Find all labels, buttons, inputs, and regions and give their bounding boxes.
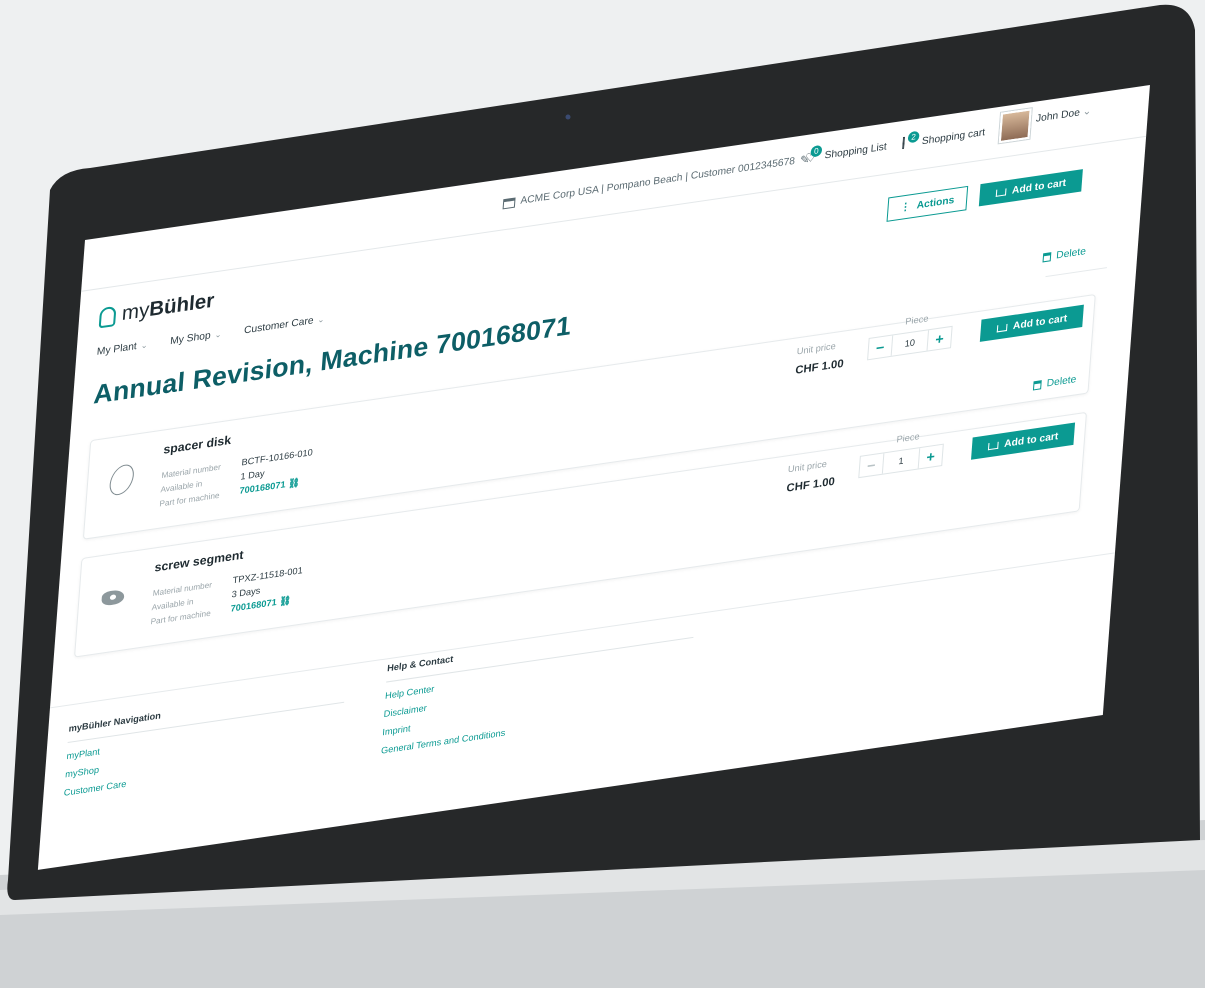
shopping-cart-link[interactable]: 2 Shopping cart (902, 125, 986, 151)
add-all-label: Add to cart (1011, 177, 1067, 197)
product-image (103, 460, 140, 500)
nav-label: My Shop (169, 330, 212, 348)
nav-label: Customer Care (243, 315, 314, 337)
divider (1045, 267, 1107, 278)
spacer-disk-icon (105, 462, 139, 498)
add-all-to-cart-button[interactable]: Add to cart (978, 169, 1083, 207)
user-name: John Doe (1035, 107, 1081, 125)
nav-customer-care[interactable]: Customer Care ⌄ (244, 314, 325, 337)
chevron-down-icon: ⌄ (214, 329, 222, 340)
unit-price-label: Unit price (787, 458, 828, 475)
logo[interactable]: myBühler (98, 289, 216, 329)
chevron-down-icon: ⌄ (317, 314, 325, 325)
delete-button[interactable]: Delete (1042, 246, 1087, 263)
link-icon: ⛓ (278, 594, 292, 607)
material-number: BCTF-10166-010 (241, 446, 314, 468)
more-vertical-icon: ⋮ (899, 200, 912, 214)
available-in-label: Available in (160, 479, 203, 495)
add-to-cart-label: Add to cart (1003, 430, 1059, 450)
building-icon (502, 196, 516, 209)
monitor: ACME Corp USA | Pompano Beach | Customer… (0, 0, 1205, 988)
machine-number: 700168071 (230, 596, 278, 614)
nav-my-plant[interactable]: My Plant ⌄ (96, 339, 148, 358)
actions-label: Actions (916, 194, 955, 211)
link-icon: ⛓ (287, 476, 301, 489)
footer-help-column: Help & Contact Help Center Disclaimer Im… (380, 618, 695, 764)
nav-my-shop[interactable]: My Shop ⌄ (170, 329, 222, 348)
quantity-stepper: − 1 + (858, 443, 944, 479)
piece-label: Piece (896, 431, 921, 445)
shopping-cart-badge: 2 (907, 130, 920, 144)
quantity-input[interactable]: 1 (881, 448, 921, 474)
add-to-cart-button[interactable]: Add to cart (979, 304, 1084, 342)
shopping-list-badge: 0 (810, 144, 823, 158)
unit-price-label: Unit price (796, 340, 837, 357)
screw-segment-icon (101, 588, 125, 607)
item-name[interactable]: spacer disk (163, 433, 232, 457)
item-name[interactable]: screw segment (154, 547, 244, 574)
fingerprint-icon (98, 305, 117, 328)
chevron-down-icon: ⌄ (1082, 105, 1092, 119)
increment-button[interactable]: + (919, 445, 943, 469)
trash-icon (1033, 380, 1042, 391)
unit-price: CHF 1.00 (786, 475, 836, 495)
footer-nav-column: myBühler Navigation myPlant myShop Custo… (63, 683, 346, 806)
delete-label: Delete (1055, 246, 1087, 262)
cart-icon (995, 187, 1007, 197)
shopping-list-label: Shopping List (824, 140, 888, 162)
available-in: 1 Day (240, 468, 265, 482)
user-menu[interactable]: John Doe ⌄ (1036, 106, 1092, 125)
add-to-cart-button[interactable]: Add to cart (971, 422, 1076, 460)
part-for-machine-label: Part for machine (150, 608, 212, 627)
shopping-cart-label: Shopping cart (921, 126, 986, 147)
shopping-list-link[interactable]: ♡ 0 Shopping List (805, 139, 888, 166)
piece-label: Piece (905, 313, 929, 327)
material-number: TPXZ-11518-001 (232, 565, 304, 586)
quantity-stepper: − 10 + (867, 325, 953, 361)
product-image (94, 578, 131, 618)
unit-price: CHF 1.00 (794, 357, 845, 377)
available-in-label: Available in (151, 597, 194, 613)
decrement-button[interactable]: − (868, 336, 892, 360)
actions-button[interactable]: ⋮ Actions (886, 185, 969, 222)
trash-icon (1042, 252, 1052, 263)
cart-icon (987, 441, 999, 450)
available-in: 3 Days (231, 585, 261, 600)
part-for-machine-label: Part for machine (159, 490, 220, 509)
quantity-input[interactable]: 10 (890, 330, 930, 356)
material-number-label: Material number (161, 462, 222, 481)
decrement-button[interactable]: − (859, 453, 883, 477)
avatar[interactable] (998, 108, 1032, 144)
material-number-label: Material number (152, 580, 213, 598)
cart-icon (902, 136, 906, 150)
machine-number: 700168071 (239, 479, 286, 496)
nav-label: My Plant (96, 340, 138, 358)
logo-prefix: my (121, 298, 151, 326)
camera-icon (565, 114, 571, 120)
cart-icon (996, 323, 1008, 332)
increment-button[interactable]: + (928, 327, 952, 351)
logo-brand: Bühler (148, 289, 216, 322)
chevron-down-icon: ⌄ (140, 340, 148, 351)
add-to-cart-label: Add to cart (1012, 312, 1068, 332)
